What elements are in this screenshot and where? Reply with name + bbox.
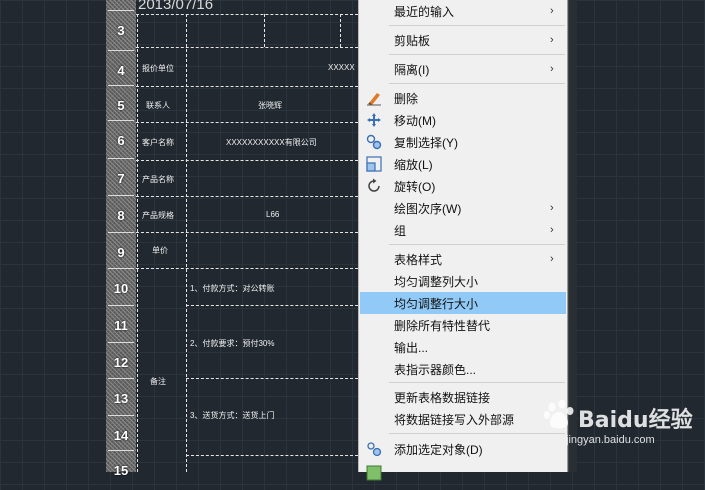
cell-value[interactable]: L66 bbox=[266, 210, 279, 219]
chevron-right-icon: › bbox=[550, 224, 554, 236]
menu-item-recent-input[interactable]: 最近的输入 › bbox=[360, 0, 566, 22]
menu-item-table-indicator-color[interactable]: 表指示器颜色... bbox=[360, 358, 566, 380]
row-number[interactable]: 10 bbox=[108, 268, 134, 308]
table-gridline bbox=[186, 455, 358, 456]
table-gridline bbox=[340, 14, 341, 47]
menu-separator bbox=[389, 25, 565, 26]
table-gridline bbox=[136, 160, 358, 161]
menu-item-export[interactable]: 输出... bbox=[360, 336, 566, 358]
cell-value[interactable]: 3、送货方式：送货上门 bbox=[190, 410, 274, 421]
cell-label[interactable]: 报价单位 bbox=[142, 63, 174, 74]
row-number[interactable]: 14 bbox=[108, 415, 134, 455]
table-gridline bbox=[136, 86, 358, 87]
watermark-logo-text: Baidu经验 bbox=[578, 408, 693, 433]
menu-separator bbox=[389, 54, 565, 55]
menu-separator bbox=[389, 382, 565, 383]
menu-item-size-rows-equally[interactable]: 均匀调整行大小 bbox=[360, 292, 566, 314]
menu-separator bbox=[389, 83, 565, 84]
cell-label[interactable]: 备注 bbox=[150, 376, 166, 387]
cell-label[interactable]: 联系人 bbox=[146, 100, 170, 111]
move-icon bbox=[367, 113, 381, 127]
menu-item-rotate[interactable]: 旋转(O) bbox=[360, 175, 566, 197]
cell-label[interactable]: 单价 bbox=[152, 245, 168, 256]
menu-separator bbox=[389, 433, 565, 434]
cell-value[interactable]: 2、付款要求：预付30% bbox=[190, 338, 274, 349]
table-gridline bbox=[136, 122, 358, 123]
table-gridline bbox=[186, 14, 187, 472]
cell-label[interactable]: 产品规格 bbox=[142, 210, 174, 221]
baidu-watermark: Baidu经验 jingyan.baidu.com bbox=[540, 398, 705, 450]
row-number[interactable]: 8 bbox=[108, 195, 134, 235]
table-gridline bbox=[137, 14, 138, 472]
table-gridline bbox=[136, 232, 358, 233]
menu-item-table-style[interactable]: 表格样式 › bbox=[360, 248, 566, 270]
menu-item-copy-selection[interactable]: 复制选择(Y) bbox=[360, 131, 566, 153]
menu-item-write-data-link[interactable]: 将数据链接写入外部源 bbox=[360, 408, 566, 430]
row-number[interactable]: 7 bbox=[108, 158, 134, 198]
menu-item-add-selected[interactable]: 添加选定对象(D) bbox=[360, 438, 566, 460]
scale-icon bbox=[366, 156, 382, 172]
table-icon bbox=[366, 465, 382, 481]
watermark-url: jingyan.baidu.com bbox=[566, 434, 655, 446]
row-number[interactable]: 4 bbox=[108, 50, 134, 90]
menu-item-size-columns-equally[interactable]: 均匀调整列大小 bbox=[360, 270, 566, 292]
chevron-right-icon: › bbox=[550, 202, 554, 214]
menu-item-scale[interactable]: 缩放(L) bbox=[360, 153, 566, 175]
context-menu: 最近的输入 › 剪贴板 › 隔离(I) › 删除 移动(M) 复制选择(Y) 缩… bbox=[358, 0, 568, 481]
menu-item-group[interactable]: 组 › bbox=[360, 219, 566, 241]
row-number[interactable]: 11 bbox=[108, 305, 134, 345]
row-number[interactable]: 12 bbox=[108, 342, 134, 382]
cell-value[interactable]: 1、付款方式：对公转账 bbox=[190, 283, 274, 294]
table-gridline bbox=[264, 14, 265, 47]
chevron-right-icon: › bbox=[550, 5, 554, 17]
menu-item-delete[interactable]: 删除 bbox=[360, 87, 566, 109]
chevron-right-icon: › bbox=[550, 34, 554, 46]
row-number[interactable]: 9 bbox=[108, 232, 134, 272]
cell-label[interactable]: 产品名称 bbox=[142, 174, 174, 185]
cell-label[interactable]: 客户名称 bbox=[142, 137, 174, 148]
table-gridline bbox=[136, 14, 358, 15]
menu-item-update-data-link[interactable]: 更新表格数据链接 bbox=[360, 386, 566, 408]
eraser-icon bbox=[367, 93, 381, 106]
table-gridline bbox=[186, 305, 358, 306]
menu-item-partial[interactable] bbox=[360, 462, 566, 484]
copy-icon bbox=[366, 134, 382, 150]
menu-item-isolate[interactable]: 隔离(I) › bbox=[360, 58, 566, 80]
add-selected-icon bbox=[367, 442, 382, 457]
table-gridline bbox=[136, 268, 358, 269]
menu-item-draw-order[interactable]: 绘图次序(W) › bbox=[360, 197, 566, 219]
rotate-icon bbox=[368, 178, 380, 192]
menu-separator bbox=[389, 244, 565, 245]
row-number[interactable]: 6 bbox=[108, 120, 134, 160]
table-gridline bbox=[136, 47, 358, 48]
row-number[interactable]: 15 bbox=[108, 450, 134, 490]
menu-item-move[interactable]: 移动(M) bbox=[360, 109, 566, 131]
chevron-right-icon: › bbox=[550, 63, 554, 75]
table-gridline bbox=[136, 196, 358, 197]
row-number[interactable]: 3 bbox=[108, 10, 134, 50]
table-gridline bbox=[186, 378, 358, 379]
cell-value[interactable]: XXXXX bbox=[328, 63, 355, 72]
row-number[interactable]: 5 bbox=[108, 85, 134, 125]
row-number[interactable]: 13 bbox=[108, 378, 134, 418]
menu-item-clipboard[interactable]: 剪贴板 › bbox=[360, 29, 566, 51]
baidu-paw-icon bbox=[544, 399, 574, 429]
cell-value[interactable]: XXXXXXXXXXX有限公司 bbox=[226, 137, 317, 148]
menu-item-remove-all-overrides[interactable]: 删除所有特性替代 bbox=[360, 314, 566, 336]
date-text: 2013/07/16 bbox=[138, 0, 214, 13]
chevron-right-icon: › bbox=[550, 253, 554, 265]
cell-value[interactable]: 张晓辉 bbox=[258, 100, 282, 111]
